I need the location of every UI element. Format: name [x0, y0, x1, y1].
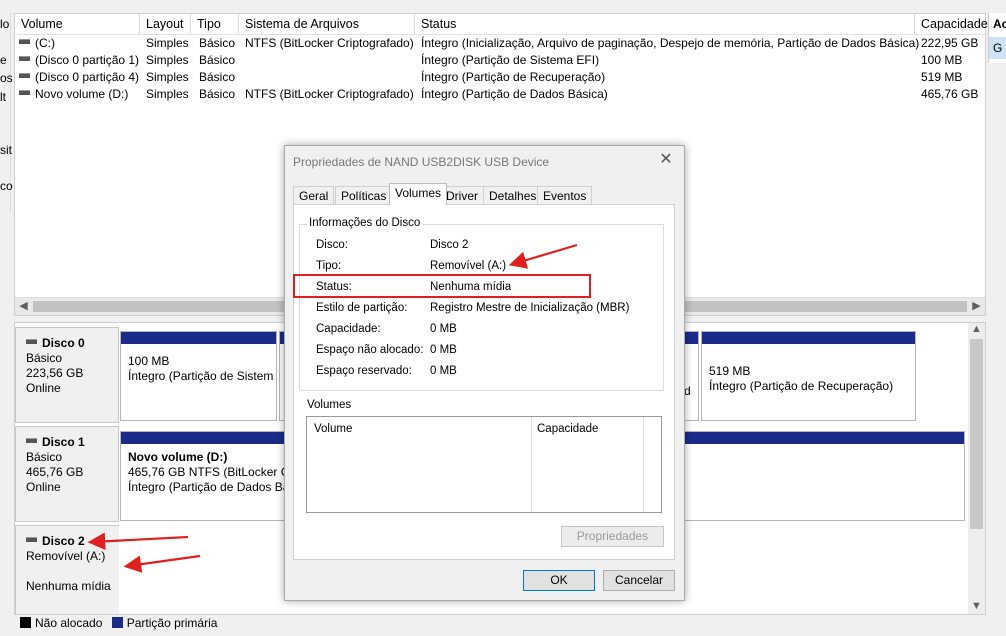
annotation-arrow [87, 532, 189, 551]
annotation-arrow [508, 243, 578, 269]
tab-volumes[interactable]: Volumes [389, 183, 448, 205]
annotation-arrows [87, 243, 578, 573]
annotation-arrow [123, 554, 201, 573]
